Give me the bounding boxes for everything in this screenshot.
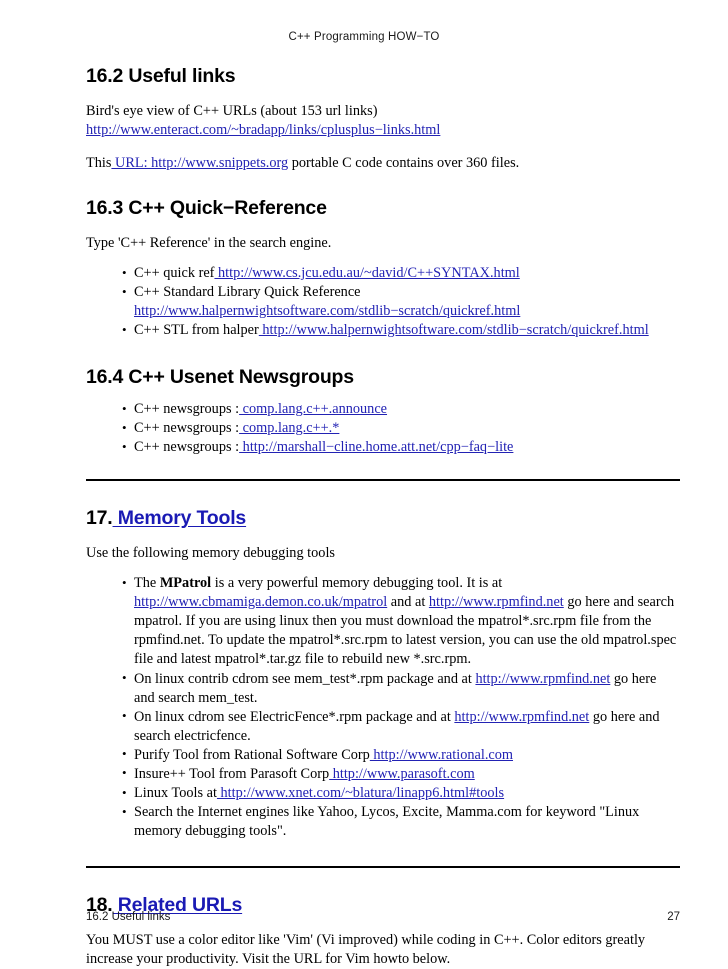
link-enteract-cplusplus-links[interactable]: http://www.enteract.com/~bradapp/links/c…	[86, 122, 440, 138]
horizontal-rule	[86, 866, 680, 869]
quickref-item-1-text: C++ Standard Library Quick Reference	[134, 284, 361, 301]
link-halpernwight-stdlib-quickref[interactable]: http://www.halpernwightsoftware.com/stdl…	[134, 303, 520, 319]
paragraph-memory-tools-intro: Use the following memory debugging tools	[86, 545, 335, 562]
heading-memory-tools: 17. Memory Tools	[86, 508, 680, 530]
link-comp-lang-cpp-star[interactable]: comp.lang.c++.*	[239, 420, 340, 436]
running-header: C++ Programming HOW−TO	[288, 31, 440, 43]
paragraph-birds-eye-view: Bird's eye view of C++ URLs (about 153 u…	[86, 102, 680, 140]
link-xnet-linapp6-tools[interactable]: http://www.xnet.com/~blatura/linapp6.htm…	[217, 785, 505, 801]
paragraph-quick-reference-intro: Type 'C++ Reference' in the search engin…	[86, 235, 332, 252]
link-halpernwight-stl-quickref[interactable]: http://www.halpernwightsoftware.com/stdl…	[259, 322, 648, 338]
heading-useful-links: 16.2 Useful links	[86, 65, 236, 87]
newsgroup-item-0-text: C++ newsgroups :	[134, 401, 240, 418]
link-rpmfind-memtest[interactable]: http://www.rpmfind.net	[475, 671, 610, 687]
list-item: C++ STL from halper http://www.halpernwi…	[122, 321, 680, 340]
list-item: Purify Tool from Rational Software Corp …	[122, 745, 680, 765]
search-engines-text: Search the Internet engines like Yahoo, …	[134, 804, 640, 840]
link-parasoft-com[interactable]: http://www.parasoft.com	[329, 766, 475, 782]
horizontal-rule	[86, 479, 680, 482]
list-item: Search the Internet engines like Yahoo, …	[122, 803, 680, 841]
document-page: C++ Programming HOW−TO 16.2 Useful links…	[0, 0, 728, 969]
list-item: Insure++ Tool from Parasoft Corp http://…	[122, 764, 680, 784]
mpatrol-bold-name: MPatrol	[159, 575, 212, 592]
list-item: The MPatrol is a very powerful memory de…	[122, 574, 680, 669]
link-cs-jcu-cpp-syntax[interactable]: http://www.cs.jcu.edu.au/~david/C++SYNTA…	[214, 265, 520, 281]
link-marshall-cline-cpp-faq-lite[interactable]: http://marshall−cline.home.att.net/cpp−f…	[239, 439, 514, 455]
link-rational-com[interactable]: http://www.rational.com	[370, 747, 513, 763]
linux-tools-text: Linux Tools at	[134, 785, 217, 802]
mpatrol-seg1: The	[134, 575, 160, 592]
list-item: C++ quick ref http://www.cs.jcu.edu.au/~…	[122, 264, 680, 283]
footer-section-label: 16.2 Useful links	[86, 911, 171, 923]
page-number: 27	[667, 911, 680, 923]
paragraph-related-urls: You MUST use a color editor like 'Vim' (…	[86, 932, 646, 967]
heading-usenet-newsgroups: 16.4 C++ Usenet Newsgroups	[86, 366, 354, 389]
link-rpmfind-mpatrol[interactable]: http://www.rpmfind.net	[429, 594, 564, 610]
quickref-item-2-text: C++ STL from halper	[134, 322, 259, 339]
mpatrol-seg2: is a very powerful memory debugging tool…	[211, 575, 503, 592]
list-quick-reference: C++ quick ref http://www.cs.jcu.edu.au/~…	[86, 264, 680, 340]
snippets-prefix-text: This	[86, 154, 112, 171]
electricfence-seg1: On linux cdrom see ElectricFence*.rpm pa…	[134, 708, 455, 725]
memtest-seg1: On linux contrib cdrom see mem_test*.rpm…	[134, 670, 476, 687]
newsgroup-item-1-text: C++ newsgroups :	[134, 420, 240, 437]
heading-quick-reference: 16.3 C++ Quick−Reference	[86, 197, 327, 220]
quickref-item-0-text: C++ quick ref	[134, 265, 215, 282]
document-content: 16.2 Useful links Bird's eye view of C++…	[86, 65, 680, 969]
page-footer: 16.2 Useful links 27	[86, 911, 680, 923]
list-item: Linux Tools at http://www.xnet.com/~blat…	[122, 784, 680, 803]
memory-tools-number: 17.	[86, 507, 113, 530]
purify-text: Purify Tool from Rational Software Corp	[134, 746, 370, 763]
list-newsgroups: C++ newsgroups : comp.lang.c++.announce …	[86, 400, 680, 457]
list-item: On linux cdrom see ElectricFence*.rpm pa…	[122, 707, 680, 746]
list-item: C++ Standard Library Quick Reference http…	[122, 283, 680, 321]
list-item: On linux contrib cdrom see mem_test*.rpm…	[122, 669, 680, 708]
mpatrol-seg3: and at	[387, 594, 429, 611]
birds-eye-view-text: Bird's eye view of C++ URLs (about 153 u…	[86, 102, 378, 119]
link-memory-tools[interactable]: Memory Tools	[113, 507, 247, 530]
link-cbmamiga-mpatrol[interactable]: http://www.cbmamiga.demon.co.uk/mpatrol	[134, 594, 387, 610]
divider-above-related-urls	[86, 866, 680, 869]
divider-above-memory-tools	[86, 479, 680, 482]
newsgroup-item-2-text: C++ newsgroups :	[134, 439, 240, 456]
link-snippets-org[interactable]: URL: http://www.snippets.org	[111, 155, 288, 171]
list-item: C++ newsgroups : http://marshall−cline.h…	[122, 438, 680, 457]
list-memory-tools: The MPatrol is a very powerful memory de…	[86, 574, 680, 841]
snippets-suffix-text: portable C code contains over 360 files.	[288, 154, 520, 171]
link-rpmfind-electricfence[interactable]: http://www.rpmfind.net	[454, 709, 589, 725]
list-item: C++ newsgroups : comp.lang.c++.announce	[122, 400, 680, 419]
paragraph-snippets-url: This URL: http://www.snippets.org portab…	[86, 154, 680, 173]
insure-text: Insure++ Tool from Parasoft Corp	[134, 765, 330, 782]
link-comp-lang-cpp-announce[interactable]: comp.lang.c++.announce	[239, 401, 387, 417]
list-item: C++ newsgroups : comp.lang.c++.*	[122, 419, 680, 438]
